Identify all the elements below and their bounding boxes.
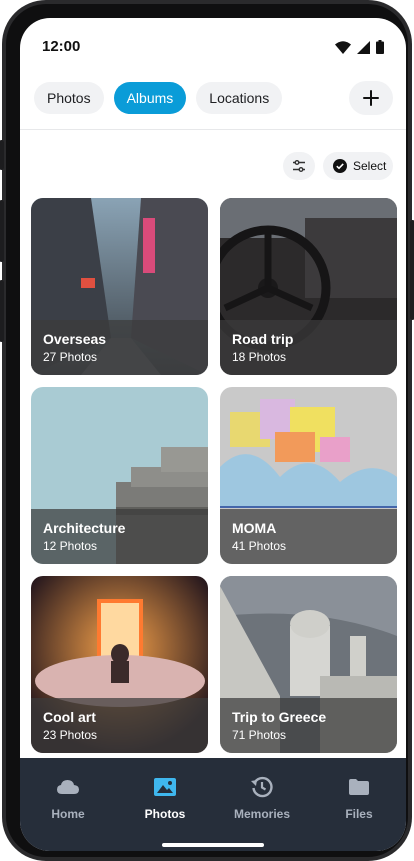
album-caption [31,320,208,375]
album-count: 12 Photos [43,539,98,553]
phone-frame: 12:00 Photos Albums Locations Select Ove… [0,0,414,861]
album-title: MOMA [232,520,277,536]
album-count: 41 Photos [232,539,287,553]
album-title: Road trip [232,331,294,347]
cloud-icon [57,776,79,798]
status-bar: 12:00 [20,18,406,74]
album-card-road-trip[interactable]: Road trip 18 Photos [220,198,397,375]
album-caption [31,509,208,564]
album-tabs: Photos Albums Locations [34,82,283,114]
album-count: 18 Photos [232,350,287,364]
nav-label: Files [345,807,373,821]
wifi-icon [335,40,351,54]
album-card-overseas[interactable]: Overseas 27 Photos [31,198,208,375]
tab-photos[interactable]: Photos [34,82,104,114]
phone-bezel: 12:00 Photos Albums Locations Select Ove… [6,4,408,857]
nav-label: Photos [144,807,186,821]
album-caption [220,698,397,753]
album-caption [220,509,397,564]
tab-albums[interactable]: Albums [113,82,187,114]
signal-icon [357,40,370,54]
status-time: 12:00 [42,38,81,55]
album-title: Architecture [43,520,126,536]
side-button [0,200,4,262]
nav-home[interactable]: Home [20,758,116,828]
image-icon [154,776,176,798]
album-title: Trip to Greece [232,709,327,725]
history-icon [251,776,273,798]
tab-locations[interactable]: Locations [196,82,283,114]
screen: 12:00 Photos Albums Locations Select Ove… [20,18,406,851]
folder-icon [349,776,369,798]
album-title: Overseas [43,331,107,347]
nav-memories[interactable]: Memories [214,758,310,828]
check-circle-icon [333,159,347,173]
bottom-navigation: Home Photos Memories Files [20,758,406,851]
battery-icon [376,40,384,54]
side-button [0,280,4,342]
plus-icon [363,90,379,106]
add-button[interactable] [349,81,393,115]
power-button [410,220,414,320]
header-divider [20,129,406,130]
album-title: Cool art [43,709,96,725]
filter-button[interactable] [283,152,315,180]
nav-photos[interactable]: Photos [117,758,213,828]
album-card-architecture[interactable]: Architecture 12 Photos [31,387,208,564]
nav-label: Home [51,807,85,821]
album-card-cool-art[interactable]: Cool art 23 Photos [31,576,208,753]
select-button[interactable]: Select [323,152,393,180]
album-count: 27 Photos [43,350,98,364]
album-card-trip-to-greece[interactable]: Trip to Greece 71 Photos [220,576,397,753]
select-label: Select [353,159,387,173]
album-caption [31,698,208,753]
album-count: 23 Photos [43,728,98,742]
album-caption [220,320,397,375]
album-card-moma[interactable]: MOMA 41 Photos [220,387,397,564]
side-button [0,140,4,170]
home-indicator[interactable] [162,843,264,847]
nav-files[interactable]: Files [311,758,406,828]
status-icons [335,40,384,54]
nav-label: Memories [233,807,291,821]
album-count: 71 Photos [232,728,287,742]
sliders-icon [293,160,305,172]
